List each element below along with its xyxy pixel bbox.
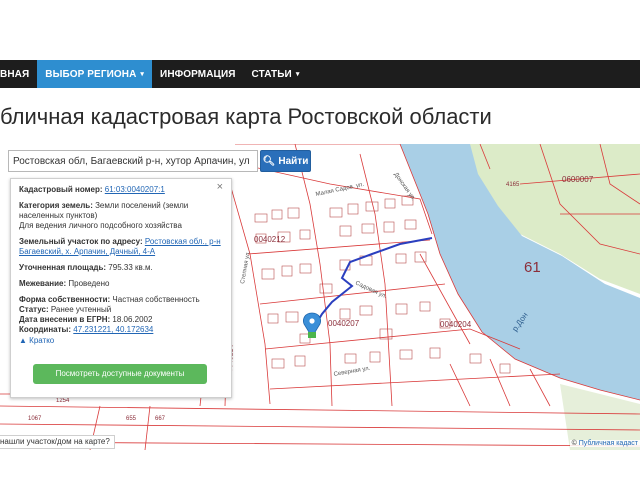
- collapse-link-label: Кратко: [29, 336, 55, 345]
- ownership-value: Частная собственность: [112, 295, 200, 304]
- survey-value: Проведено: [68, 279, 110, 288]
- found-parcel-link[interactable]: нашли участок/дом на карте?: [0, 435, 115, 449]
- map-label-street-stepnaya: Степная ул.: [240, 250, 252, 284]
- close-icon[interactable]: ×: [217, 182, 223, 193]
- nav-home-label: ВНАЯ: [0, 68, 30, 80]
- map-label-lot-4165: 4165: [506, 182, 520, 188]
- nav-region-label: ВЫБОР РЕГИОНА: [45, 68, 137, 80]
- coordinates-label: Координаты:: [19, 325, 72, 334]
- status-value: Ранее учтенный: [50, 305, 112, 314]
- chevron-down-icon: ▾: [295, 71, 300, 78]
- status-label: Статус:: [19, 305, 49, 314]
- coordinates-link[interactable]: 47.231221, 40.172634: [73, 325, 153, 334]
- search-button-label: Найти: [278, 155, 309, 167]
- page-title: бличная кадастровая карта Ростовской обл…: [0, 104, 492, 129]
- nav-info-label: ИНФОРМАЦИЯ: [160, 68, 236, 80]
- survey-label: Межевание:: [19, 279, 67, 288]
- cadastral-number-label: Кадастровый номер:: [19, 185, 103, 194]
- chevron-down-icon: ▾: [140, 71, 145, 78]
- collapse-link[interactable]: ▲ Кратко: [19, 336, 223, 346]
- search-button[interactable]: 🔍︎ Найти: [260, 150, 311, 172]
- area-label: Уточненная площадь:: [19, 263, 107, 272]
- chevron-up-icon: ▲: [19, 336, 27, 345]
- map-label-street-maly-sadovy: Малая Садов. ул.: [315, 182, 365, 198]
- map-label-street-severnaya: Северная ул.: [333, 366, 371, 378]
- egrn-date-value: 18.06.2002: [112, 315, 153, 324]
- nav-articles[interactable]: СТАТЬИ ▾: [244, 60, 308, 88]
- nav-region-select[interactable]: ВЫБОР РЕГИОНА ▾: [37, 60, 153, 88]
- nav-articles-label: СТАТЬИ: [251, 68, 292, 80]
- nav-info[interactable]: ИНФОРМАЦИЯ: [152, 60, 244, 88]
- map-label-block-0040204: 0040204: [440, 320, 472, 329]
- land-usage-value: Для ведения личного подсобного хозяйства: [19, 221, 182, 230]
- search-icon: 🔍︎: [262, 155, 276, 167]
- area-value: 795.33 кв.м.: [108, 263, 153, 272]
- attribution-link[interactable]: Публичная кадаст: [579, 440, 638, 447]
- ownership-label: Форма собственности:: [19, 295, 111, 304]
- map-label-block-0600007: 0600007: [562, 175, 594, 184]
- cadastral-number-link[interactable]: 61:03:0040207:1: [105, 185, 165, 194]
- navbar: ВНАЯ ВЫБОР РЕГИОНА ▾ ИНФОРМАЦИЯ СТАТЬИ ▾: [0, 60, 640, 88]
- address-label: Земельный участок по адресу:: [19, 237, 143, 246]
- top-whitespace: [0, 0, 640, 60]
- nav-home[interactable]: ВНАЯ: [0, 60, 37, 88]
- copyright-symbol: ©: [571, 440, 577, 447]
- parcel-info-panel: × Кадастровый номер: 61:03:0040207:1 Кат…: [10, 178, 232, 398]
- land-category-label: Категория земель:: [19, 201, 93, 210]
- search-input[interactable]: [8, 150, 258, 172]
- egrn-date-label: Дата внесения в ЕГРН:: [19, 315, 111, 324]
- map-label-lot-655: 655: [126, 416, 137, 422]
- map-label-lot-1067: 1067: [28, 416, 42, 422]
- map-attribution: © Публичная кадаст: [569, 440, 640, 447]
- route-line: [315, 237, 433, 325]
- map-label-region-61: 61: [524, 259, 541, 276]
- map-label-lot-667: 667: [155, 416, 166, 422]
- view-documents-button[interactable]: Посмотреть доступные документы: [33, 364, 207, 384]
- map-label-block-0040212: 0040212: [254, 235, 286, 244]
- map-label-block-0040207: 0040207: [328, 319, 360, 328]
- map-label-lot-1254: 1254: [56, 398, 70, 404]
